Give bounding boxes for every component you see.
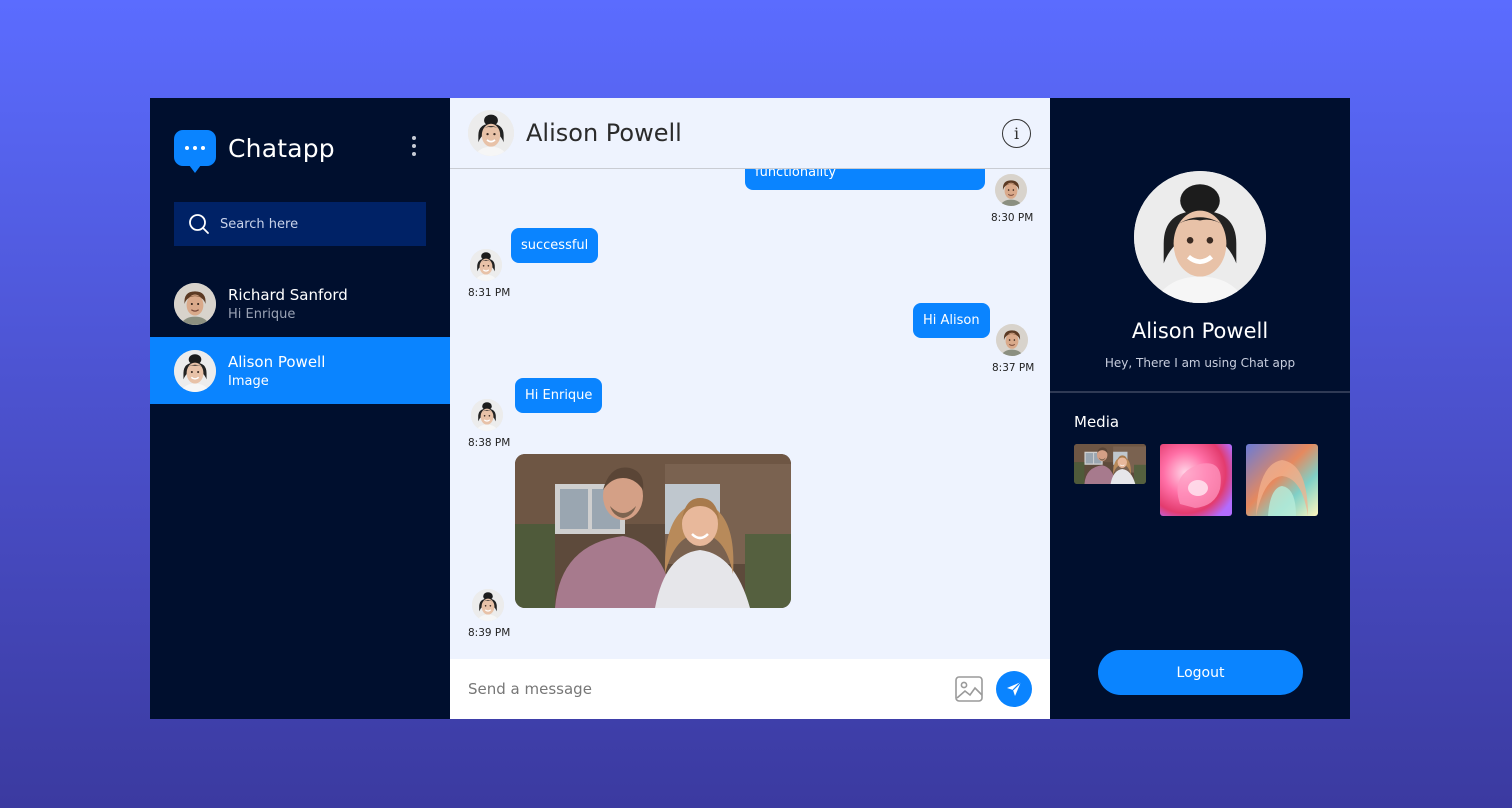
send-icon bbox=[1007, 681, 1022, 696]
contact-item-alison-powell[interactable]: Alison Powell Image bbox=[150, 337, 450, 404]
info-icon[interactable]: i bbox=[1002, 119, 1031, 148]
contact-item-richard-sanford[interactable]: Richard Sanford Hi Enrique bbox=[150, 270, 450, 337]
profile-avatar bbox=[1134, 171, 1266, 303]
chat-header: Alison Powell i bbox=[450, 98, 1050, 169]
message-text: Hi Alison bbox=[923, 313, 980, 328]
avatar bbox=[996, 324, 1028, 356]
avatar bbox=[174, 349, 216, 392]
logout-button[interactable]: Logout bbox=[1098, 650, 1303, 695]
media-title: Media bbox=[1074, 413, 1120, 431]
photo bbox=[515, 454, 791, 608]
message-composer bbox=[450, 659, 1050, 719]
chat-title: Alison Powell bbox=[526, 119, 682, 147]
contact-name: Richard Sanford bbox=[228, 285, 348, 304]
send-button[interactable] bbox=[996, 671, 1032, 707]
profile-status: Hey, There I am using Chat app bbox=[1104, 356, 1296, 370]
message-time: 8:39 PM bbox=[468, 627, 511, 639]
sidebar: Chatapp Richard Sanford Hi Enrique bbox=[150, 98, 450, 719]
message-bubble-sent: Hi Alison bbox=[913, 303, 990, 338]
divider bbox=[1050, 391, 1350, 393]
message-image[interactable] bbox=[515, 454, 791, 608]
contact-last-message: Hi Enrique bbox=[228, 306, 296, 322]
search-input[interactable] bbox=[220, 216, 420, 232]
message-text: Hi Enrique bbox=[525, 388, 593, 403]
avatar bbox=[470, 249, 502, 281]
contact-text: Richard Sanford Hi Enrique bbox=[228, 286, 348, 322]
search-bar bbox=[174, 202, 426, 246]
media-grid bbox=[1074, 444, 1318, 516]
brand: Chatapp bbox=[174, 130, 335, 173]
avatar[interactable] bbox=[468, 110, 514, 156]
message-list[interactable]: functionality 8:30 PM successful 8:31 PM… bbox=[450, 169, 1050, 659]
contact-last-message: Image bbox=[228, 373, 269, 389]
message-time: 8:37 PM bbox=[992, 362, 1035, 374]
contact-text: Alison Powell Image bbox=[228, 353, 325, 389]
message-text: functionality bbox=[755, 169, 837, 180]
avatar bbox=[995, 174, 1027, 206]
profile-name: Alison Powell bbox=[1131, 319, 1269, 343]
media-thumbnail[interactable] bbox=[1074, 444, 1146, 484]
message-time: 8:31 PM bbox=[468, 287, 511, 299]
media-thumbnail[interactable] bbox=[1160, 444, 1232, 516]
message-bubble-received: Hi Enrique bbox=[515, 378, 603, 413]
avatar bbox=[472, 589, 504, 621]
image-upload-icon[interactable] bbox=[954, 674, 984, 704]
chat-bubble-logo-icon bbox=[174, 130, 216, 173]
message-input[interactable] bbox=[468, 680, 938, 698]
contact-name: Alison Powell bbox=[228, 352, 326, 371]
chat-panel: Alison Powell i functionality 8:30 PM su… bbox=[450, 98, 1050, 719]
message-text: successful bbox=[521, 238, 589, 253]
message-time: 8:38 PM bbox=[468, 437, 511, 449]
profile-panel: Alison Powell Hey, There I am using Chat… bbox=[1050, 98, 1350, 719]
kebab-menu-icon[interactable] bbox=[411, 136, 417, 156]
message-time: 8:30 PM bbox=[991, 212, 1034, 224]
app-name: Chatapp bbox=[228, 133, 335, 163]
media-thumbnail[interactable] bbox=[1246, 444, 1318, 516]
chat-app-window: Chatapp Richard Sanford Hi Enrique bbox=[150, 98, 1350, 719]
contact-list: Richard Sanford Hi Enrique Alison Powell… bbox=[150, 270, 450, 404]
search-icon bbox=[189, 214, 209, 234]
message-bubble-received: successful bbox=[511, 228, 599, 263]
message-bubble-sent: functionality bbox=[745, 169, 985, 190]
avatar bbox=[174, 282, 216, 325]
avatar bbox=[471, 399, 503, 431]
